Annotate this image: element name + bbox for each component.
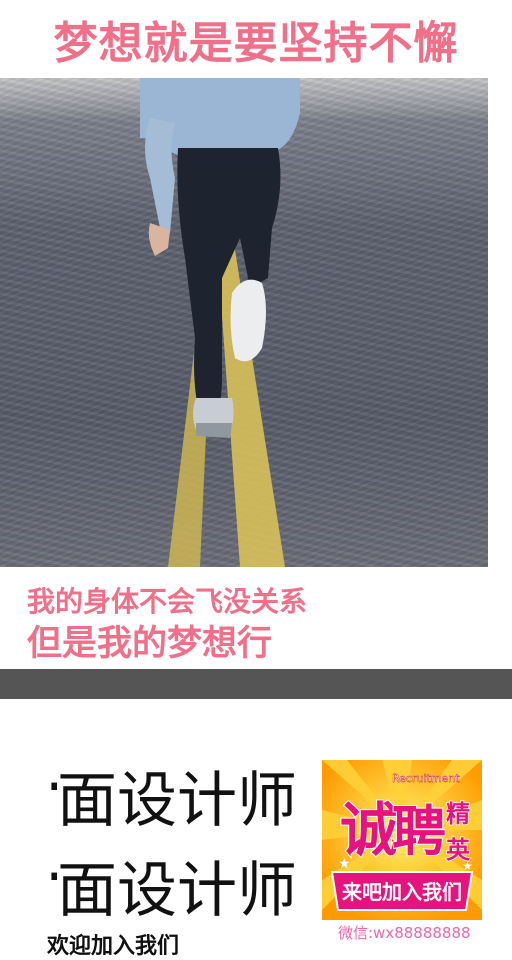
caption-line-2: 但是我的梦想行 xyxy=(27,624,273,664)
hero-photo xyxy=(0,78,488,567)
job-title-text-2: 面设计师 xyxy=(57,856,297,926)
cut-off-glyph: · xyxy=(45,752,57,822)
poster-big-char-2: 聘 xyxy=(392,800,446,863)
wechat-contact[interactable]: 微信:wx88888888 xyxy=(338,922,471,943)
runner-illustration xyxy=(140,78,300,567)
welcome-text: 欢迎加入我们 xyxy=(47,934,180,959)
job-title-line-2: ·面设计师 xyxy=(45,842,305,929)
page-title: 梦想就是要坚持不懈 xyxy=(53,18,459,69)
poster-big-char-1: 诚 xyxy=(340,796,398,864)
job-title-text-1: 面设计师 xyxy=(57,766,297,836)
recruitment-poster[interactable]: Recruitment 诚 聘 精 英 来吧加入我们 ★ ★ xyxy=(322,760,482,920)
runner-arm xyxy=(145,118,175,233)
section-divider xyxy=(0,669,512,699)
poster-recruitment-text: Recruitment xyxy=(392,772,460,785)
poster-banner-text: 来吧加入我们 xyxy=(341,880,462,904)
poster-side-char-1: 精 xyxy=(446,800,470,828)
poster-star-icon: ★ xyxy=(462,859,473,873)
caption-line-1: 我的身体不会飞没关系 xyxy=(27,585,308,618)
runner-shoe-sole xyxy=(196,423,232,438)
recruitment-poster-art: Recruitment 诚 聘 精 英 来吧加入我们 ★ ★ xyxy=(322,760,482,920)
poster-star-icon: ★ xyxy=(338,856,351,872)
job-title-line-1: ·面设计师 xyxy=(45,752,305,839)
runner-shoe-raised xyxy=(230,279,266,362)
cut-off-glyph: · xyxy=(45,842,57,912)
